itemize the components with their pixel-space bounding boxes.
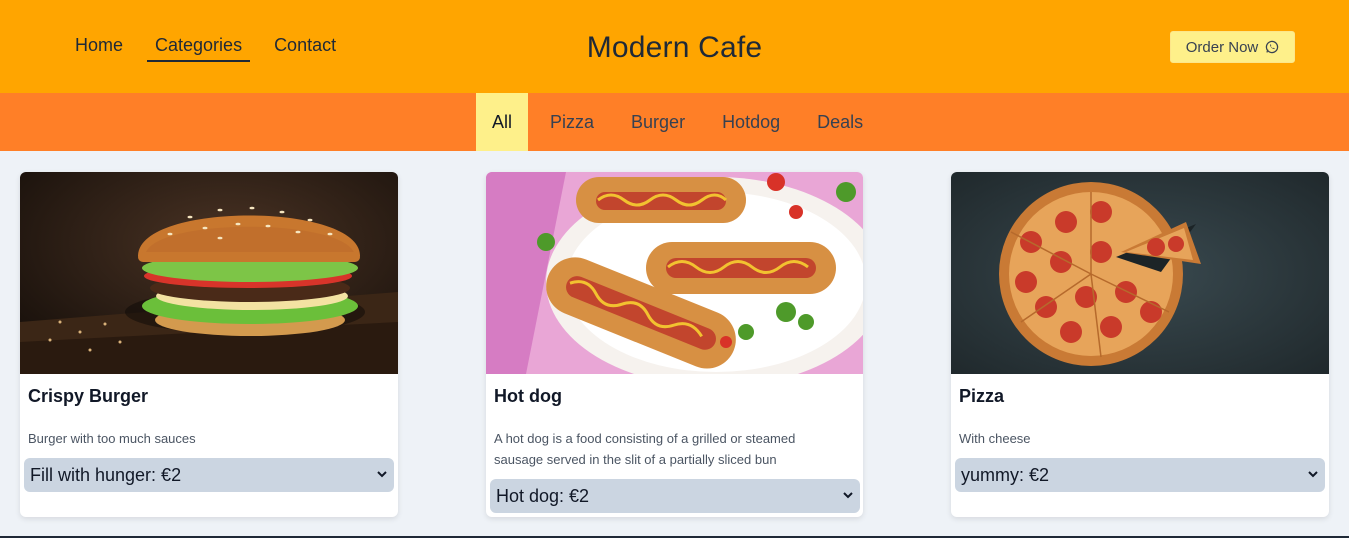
card-title: Hot dog xyxy=(494,386,562,406)
card-title: Pizza xyxy=(959,386,1005,406)
price-select[interactable]: yummy: €2 xyxy=(955,458,1325,492)
price-select-wrapper: Fill with hunger: €2 xyxy=(20,458,398,492)
top-header: Home Categories Contact Modern Cafe Orde… xyxy=(0,0,1349,93)
order-now-label: Order Now xyxy=(1185,38,1259,56)
product-card-pizza: Pizza With cheese yummy: €2 xyxy=(951,172,1329,517)
card-description: A hot dog is a food consisting of a gril… xyxy=(494,431,796,467)
price-select[interactable]: Fill with hunger: €2 xyxy=(24,458,394,492)
price-select[interactable]: Hot dog: €2 xyxy=(490,479,860,513)
tab-pizza[interactable]: Pizza xyxy=(535,93,609,151)
card-title: Crispy Burger xyxy=(28,386,149,406)
burger-photo xyxy=(20,172,398,374)
price-select-wrapper: Hot dog: €2 xyxy=(486,479,863,513)
hotdog-photo xyxy=(486,172,863,374)
tab-burger[interactable]: Burger xyxy=(616,93,700,151)
pizza-photo xyxy=(951,172,1329,374)
category-bar: All Pizza Burger Hotdog Deals xyxy=(0,93,1349,151)
price-select-wrapper: yummy: €2 xyxy=(951,458,1329,492)
product-card-hotdog: Hot dog A hot dog is a food consisting o… xyxy=(486,172,863,517)
card-description: Burger with too much sauces xyxy=(28,431,196,446)
category-tabs: All Pizza Burger Hotdog Deals xyxy=(476,93,885,151)
tab-all[interactable]: All xyxy=(476,93,529,151)
tab-deals[interactable]: Deals xyxy=(802,93,878,151)
product-card-burger: Crispy Burger Burger with too much sauce… xyxy=(20,172,398,517)
whatsapp-icon xyxy=(1265,40,1279,54)
order-now-button[interactable]: Order Now xyxy=(1170,31,1295,63)
tab-hotdog[interactable]: Hotdog xyxy=(707,93,795,151)
brand-title: Modern Cafe xyxy=(586,31,763,64)
card-description: With cheese xyxy=(959,431,1031,446)
